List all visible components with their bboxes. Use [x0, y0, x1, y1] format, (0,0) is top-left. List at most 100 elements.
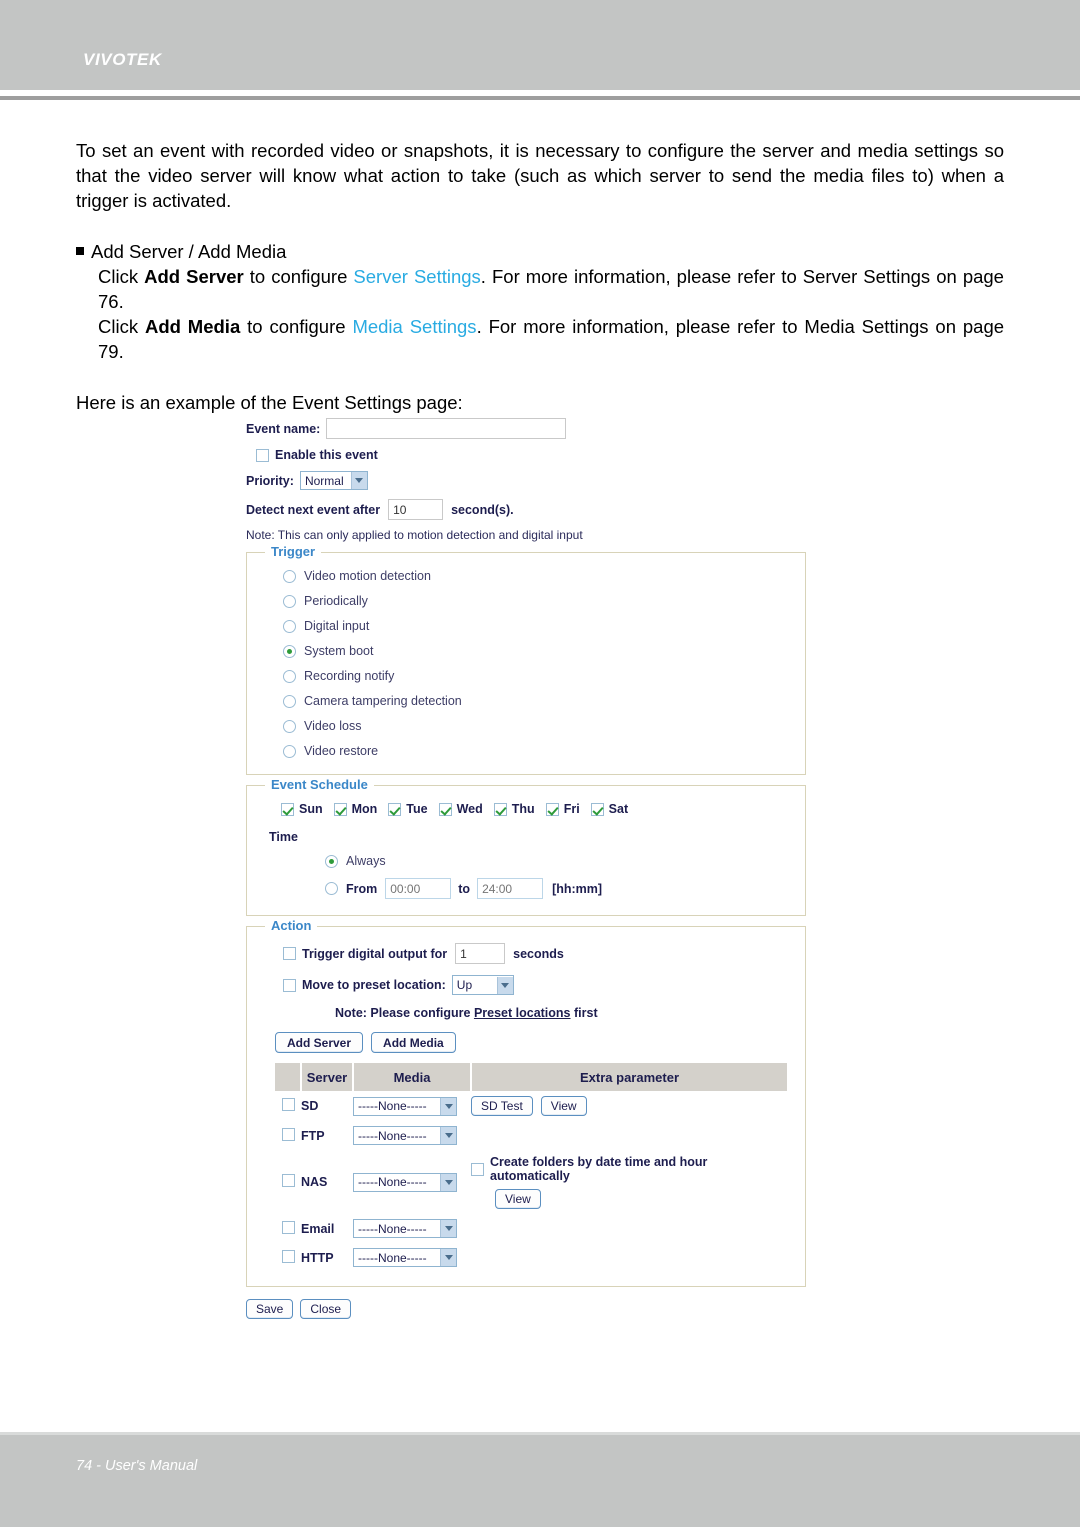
- priority-select[interactable]: Normal: [299, 471, 368, 490]
- trigger-option-digital-input[interactable]: Digital input: [283, 619, 791, 633]
- row-nas-checkbox-cell[interactable]: [275, 1150, 301, 1214]
- weekday-thu[interactable]: Thu: [493, 802, 535, 816]
- row-ftp-media-select[interactable]: -----None-----: [353, 1126, 457, 1145]
- trigger-digital-output-checkbox[interactable]: [283, 947, 296, 960]
- chevron-down-icon[interactable]: [496, 976, 513, 994]
- row-http-extra-cell: [471, 1243, 787, 1272]
- trigger-legend: Trigger: [265, 544, 322, 559]
- trigger-radio-video-motion-detection[interactable]: [283, 569, 296, 583]
- trigger-radio-camera-tampering-detection[interactable]: [283, 694, 296, 708]
- chevron-down-icon[interactable]: [440, 1097, 456, 1115]
- nas-view-button[interactable]: View: [495, 1189, 541, 1209]
- trigger-digital-output-suffix: seconds: [513, 946, 564, 961]
- weekday-checkbox-tue[interactable]: [388, 802, 402, 816]
- sd-view-button[interactable]: View: [540, 1096, 587, 1116]
- server-settings-link[interactable]: Server Settings: [353, 266, 480, 287]
- row-http-checkbox[interactable]: [281, 1249, 295, 1263]
- row-nas-extra-cell: Create folders by date time and hour aut…: [471, 1150, 787, 1214]
- trigger-digital-output-seconds-input[interactable]: [455, 943, 506, 964]
- trigger-label-video-motion-detection: Video motion detection: [304, 569, 431, 583]
- preset-locations-link[interactable]: Preset locations: [474, 1006, 571, 1020]
- row-http-checkbox-cell[interactable]: [275, 1243, 301, 1272]
- trigger-option-video-motion-detection[interactable]: Video motion detection: [283, 569, 791, 583]
- enable-event-row[interactable]: Enable this event: [256, 448, 806, 462]
- chevron-down-icon[interactable]: [350, 472, 367, 489]
- row-sd-media-cell: -----None-----: [353, 1091, 471, 1121]
- preset-location-select[interactable]: Up: [451, 975, 514, 995]
- weekday-checkbox-sun[interactable]: [281, 802, 294, 816]
- weekday-sat[interactable]: Sat: [590, 802, 628, 816]
- row-sd-checkbox-cell[interactable]: [275, 1091, 301, 1121]
- weekday-wed[interactable]: Wed: [438, 802, 483, 816]
- priority-row: Priority: Normal: [246, 471, 806, 490]
- close-button[interactable]: Close: [300, 1299, 352, 1319]
- chevron-down-icon[interactable]: [440, 1173, 456, 1191]
- row-email-media-select[interactable]: -----None-----: [353, 1219, 457, 1238]
- time-radio-always[interactable]: [325, 854, 338, 868]
- add-media-button[interactable]: Add Media: [371, 1032, 456, 1053]
- trigger-radio-recording-notify[interactable]: [283, 669, 296, 683]
- detect-next-event-input[interactable]: [388, 499, 444, 520]
- event-name-input[interactable]: [326, 418, 567, 439]
- move-to-preset-checkbox[interactable]: [283, 978, 296, 992]
- weekday-tue[interactable]: Tue: [388, 802, 428, 816]
- trigger-radio-system-boot[interactable]: [283, 644, 296, 658]
- intro-paragraph: To set an event with recorded video or s…: [76, 140, 1004, 211]
- row-email-checkbox-cell[interactable]: [275, 1214, 301, 1243]
- trigger-radio-video-loss[interactable]: [283, 719, 296, 733]
- chevron-down-icon[interactable]: [440, 1127, 456, 1144]
- nas-create-folders-checkbox[interactable]: [471, 1162, 484, 1176]
- document-body: To set an event with recorded video or s…: [0, 100, 1080, 415]
- time-option-from[interactable]: From to [hh:mm]: [325, 878, 791, 899]
- weekday-checkbox-wed[interactable]: [438, 802, 452, 816]
- enable-event-checkbox[interactable]: [256, 448, 269, 462]
- detect-next-event-label: Detect next event after: [246, 502, 381, 517]
- row-sd-media-select[interactable]: -----None-----: [353, 1096, 457, 1116]
- trigger-option-system-boot[interactable]: System boot: [283, 644, 791, 658]
- trigger-radio-periodically[interactable]: [283, 594, 296, 608]
- trigger-digital-output-row[interactable]: Trigger digital output for seconds: [283, 943, 791, 964]
- row-ftp-checkbox-cell[interactable]: [275, 1121, 301, 1150]
- row-nas-media-select[interactable]: -----None-----: [353, 1172, 457, 1192]
- row-nas-checkbox[interactable]: [281, 1174, 295, 1187]
- row-http-server-label: HTTP: [301, 1250, 334, 1265]
- detect-note-text: Note: This can only applied to motion de…: [246, 528, 583, 542]
- trigger-option-camera-tampering-detection[interactable]: Camera tampering detection: [283, 694, 791, 708]
- nas-create-folders-row[interactable]: Create folders by date time and hour aut…: [471, 1155, 787, 1183]
- event-settings-panel: Event name: Enable this event Priority: …: [246, 418, 806, 1319]
- time-from-input[interactable]: [385, 878, 452, 899]
- weekday-checkbox-thu[interactable]: [493, 802, 507, 816]
- sd-test-button[interactable]: SD Test: [471, 1096, 533, 1116]
- move-to-preset-row[interactable]: Move to preset location: Up: [283, 975, 791, 995]
- trigger-option-recording-notify[interactable]: Recording notify: [283, 669, 791, 683]
- weekday-mon[interactable]: Mon: [333, 802, 377, 816]
- time-option-always[interactable]: Always: [325, 854, 791, 868]
- weekday-checkbox-mon[interactable]: [333, 802, 347, 816]
- save-button[interactable]: Save: [246, 1299, 294, 1319]
- trigger-option-video-restore[interactable]: Video restore: [283, 744, 791, 758]
- time-radio-from[interactable]: [325, 882, 338, 895]
- weekday-fri[interactable]: Fri: [545, 802, 580, 816]
- table-row: FTP -----None-----: [275, 1121, 787, 1150]
- chevron-down-icon[interactable]: [440, 1220, 456, 1237]
- add-server-button[interactable]: Add Server: [275, 1032, 364, 1053]
- action-table-header-server: Server: [301, 1063, 354, 1091]
- nas-create-folders-label: Create folders by date time and hour aut…: [490, 1155, 708, 1183]
- trigger-fieldset: Trigger Video motion detection Periodica…: [246, 544, 806, 775]
- time-to-input[interactable]: [477, 878, 544, 899]
- trigger-option-video-loss[interactable]: Video loss: [283, 719, 791, 733]
- media-settings-link[interactable]: Media Settings: [352, 316, 476, 337]
- weekday-checkbox-fri[interactable]: [545, 802, 559, 816]
- add-server-bold: Add Server: [144, 266, 244, 287]
- row-ftp-checkbox[interactable]: [281, 1127, 295, 1141]
- trigger-option-periodically[interactable]: Periodically: [283, 594, 791, 608]
- chevron-down-icon[interactable]: [440, 1249, 456, 1266]
- row-http-media-select[interactable]: -----None-----: [353, 1248, 457, 1267]
- row-sd-checkbox[interactable]: [281, 1098, 295, 1111]
- weekday-sun[interactable]: Sun: [281, 802, 323, 816]
- weekday-checkbox-sat[interactable]: [590, 802, 604, 816]
- detect-next-event-row: Detect next event after second(s).: [246, 499, 806, 520]
- row-email-checkbox[interactable]: [281, 1220, 295, 1234]
- trigger-radio-video-restore[interactable]: [283, 744, 296, 758]
- trigger-radio-digital-input[interactable]: [283, 619, 296, 633]
